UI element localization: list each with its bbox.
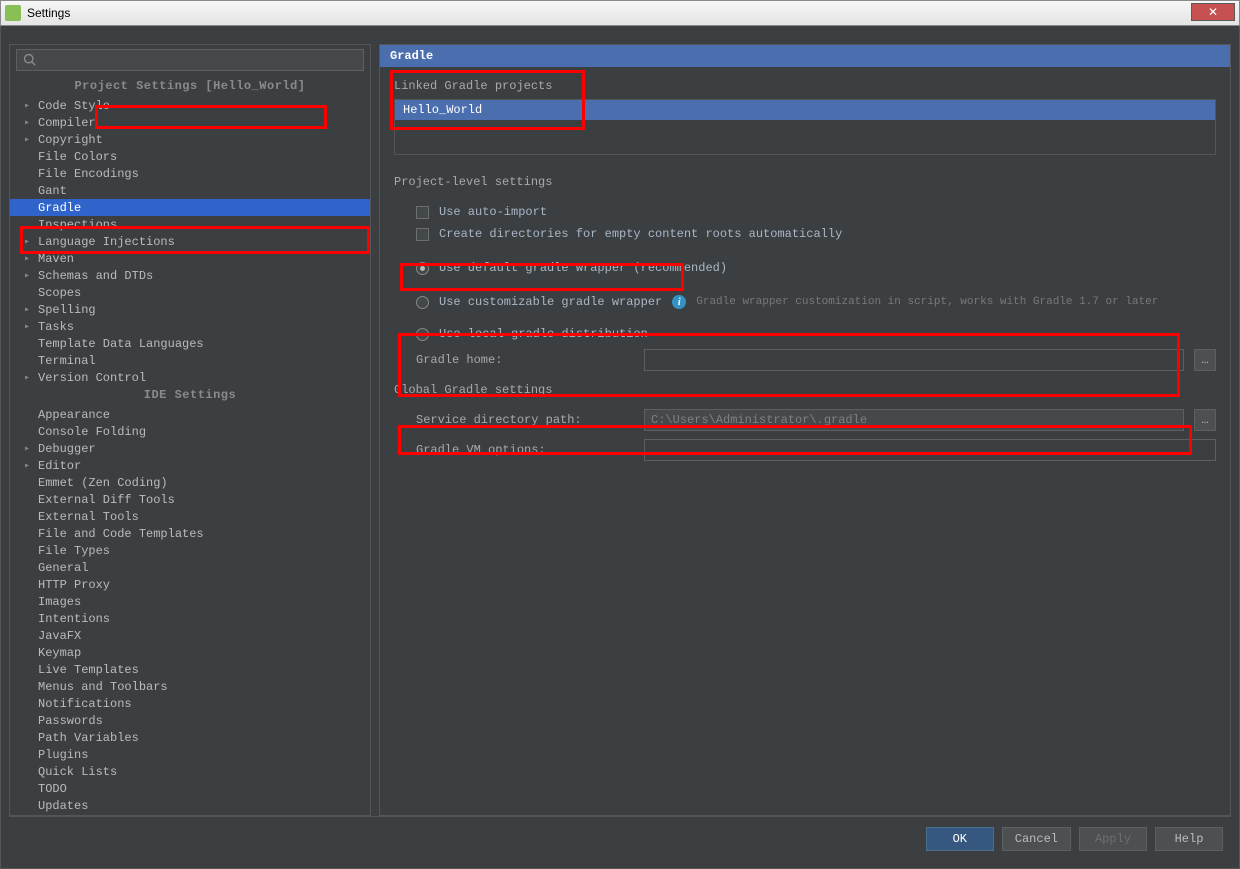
- content-title: Gradle: [380, 45, 1230, 67]
- linked-projects-list[interactable]: Hello_World: [394, 99, 1216, 155]
- search-icon: [23, 53, 37, 67]
- create-dirs-label: Create directories for empty content roo…: [439, 227, 842, 241]
- info-icon: i: [672, 295, 686, 309]
- sidebar-item-passwords[interactable]: Passwords: [10, 712, 370, 729]
- sidebar-item-general[interactable]: General: [10, 559, 370, 576]
- custom-wrapper-radio[interactable]: [416, 296, 429, 309]
- default-wrapper-radio[interactable]: [416, 262, 429, 275]
- sidebar-item-keymap[interactable]: Keymap: [10, 644, 370, 661]
- linked-projects-label: Linked Gradle projects: [394, 79, 1216, 93]
- sidebar-item-compiler[interactable]: Compiler: [10, 114, 370, 131]
- search-input[interactable]: [16, 49, 364, 71]
- sidebar-item-file-and-code-templates[interactable]: File and Code Templates: [10, 525, 370, 542]
- sidebar-item-gant[interactable]: Gant: [10, 182, 370, 199]
- window-title: Settings: [27, 6, 70, 20]
- gradle-home-input[interactable]: [644, 349, 1184, 371]
- window-titlebar: Settings ✕: [0, 0, 1240, 26]
- sidebar-item-file-types[interactable]: File Types: [10, 542, 370, 559]
- sidebar-item-gradle[interactable]: Gradle: [10, 199, 370, 216]
- sidebar-item-file-colors[interactable]: File Colors: [10, 148, 370, 165]
- settings-sidebar: Project Settings [Hello_World] Code Styl…: [9, 44, 371, 816]
- auto-import-label: Use auto-import: [439, 205, 547, 219]
- sidebar-item-todo[interactable]: TODO: [10, 780, 370, 797]
- sidebar-item-path-variables[interactable]: Path Variables: [10, 729, 370, 746]
- service-dir-label: Service directory path:: [416, 413, 634, 427]
- sidebar-item-code-style[interactable]: Code Style: [10, 97, 370, 114]
- sidebar-item-appearance[interactable]: Appearance: [10, 406, 370, 423]
- sidebar-item-notifications[interactable]: Notifications: [10, 695, 370, 712]
- content-panel: Gradle Linked Gradle projects Hello_Worl…: [379, 44, 1231, 816]
- sidebar-item-inspections[interactable]: Inspections: [10, 216, 370, 233]
- auto-import-checkbox[interactable]: [416, 206, 429, 219]
- sidebar-item-plugins[interactable]: Plugins: [10, 746, 370, 763]
- vm-options-label: Gradle VM options:: [416, 443, 634, 457]
- sidebar-item-images[interactable]: Images: [10, 593, 370, 610]
- service-dir-browse-button[interactable]: …: [1194, 409, 1216, 431]
- gradle-home-label: Gradle home:: [416, 353, 634, 367]
- window-close-button[interactable]: ✕: [1191, 3, 1235, 21]
- sidebar-item-debugger[interactable]: Debugger: [10, 440, 370, 457]
- sidebar-item-external-diff-tools[interactable]: External Diff Tools: [10, 491, 370, 508]
- default-wrapper-label: Use default gradle wrapper (recommended): [439, 261, 727, 275]
- wrapper-hint: Gradle wrapper customization in script, …: [696, 296, 1158, 308]
- cancel-button[interactable]: Cancel: [1002, 827, 1071, 851]
- gradle-home-browse-button[interactable]: …: [1194, 349, 1216, 371]
- service-dir-input[interactable]: [644, 409, 1184, 431]
- settings-tree: Code StyleCompilerCopyrightFile ColorsFi…: [10, 97, 370, 815]
- sidebar-item-version-control[interactable]: Version Control: [10, 369, 370, 386]
- linked-project-item[interactable]: Hello_World: [395, 100, 1215, 120]
- create-dirs-checkbox[interactable]: [416, 228, 429, 241]
- sidebar-item-tasks[interactable]: Tasks: [10, 318, 370, 335]
- sidebar-item-http-proxy[interactable]: HTTP Proxy: [10, 576, 370, 593]
- sidebar-item-file-encodings[interactable]: File Encodings: [10, 165, 370, 182]
- project-level-label: Project-level settings: [394, 175, 1216, 189]
- sidebar-item-maven[interactable]: Maven: [10, 250, 370, 267]
- vm-options-input[interactable]: [644, 439, 1216, 461]
- sidebar-item-quick-lists[interactable]: Quick Lists: [10, 763, 370, 780]
- ok-button[interactable]: OK: [926, 827, 994, 851]
- sidebar-item-terminal[interactable]: Terminal: [10, 352, 370, 369]
- custom-wrapper-label: Use customizable gradle wrapper: [439, 295, 662, 309]
- project-settings-header: Project Settings [Hello_World]: [10, 77, 370, 97]
- sidebar-item-spelling[interactable]: Spelling: [10, 301, 370, 318]
- sidebar-item-external-tools[interactable]: External Tools: [10, 508, 370, 525]
- sidebar-item-menus-and-toolbars[interactable]: Menus and Toolbars: [10, 678, 370, 695]
- sidebar-item-live-templates[interactable]: Live Templates: [10, 661, 370, 678]
- sidebar-item-editor[interactable]: Editor: [10, 457, 370, 474]
- local-dist-radio[interactable]: [416, 328, 429, 341]
- sidebar-item-schemas-and-dtds[interactable]: Schemas and DTDs: [10, 267, 370, 284]
- sidebar-item-updates[interactable]: Updates: [10, 797, 370, 814]
- app-icon: [5, 5, 21, 21]
- sidebar-item-console-folding[interactable]: Console Folding: [10, 423, 370, 440]
- sidebar-item-javafx[interactable]: JavaFX: [10, 627, 370, 644]
- sidebar-item-language-injections[interactable]: Language Injections: [10, 233, 370, 250]
- global-settings-label: Global Gradle settings: [394, 383, 1216, 397]
- sidebar-item-scopes[interactable]: Scopes: [10, 284, 370, 301]
- button-bar: OK Cancel Apply Help: [9, 816, 1231, 860]
- apply-button[interactable]: Apply: [1079, 827, 1147, 851]
- ide-settings-header: IDE Settings: [10, 386, 370, 406]
- sidebar-item-template-data-languages[interactable]: Template Data Languages: [10, 335, 370, 352]
- sidebar-item-intentions[interactable]: Intentions: [10, 610, 370, 627]
- sidebar-item-emmet-zen-coding-[interactable]: Emmet (Zen Coding): [10, 474, 370, 491]
- local-dist-label: Use local gradle distribution: [439, 327, 648, 341]
- help-button[interactable]: Help: [1155, 827, 1223, 851]
- sidebar-item-copyright[interactable]: Copyright: [10, 131, 370, 148]
